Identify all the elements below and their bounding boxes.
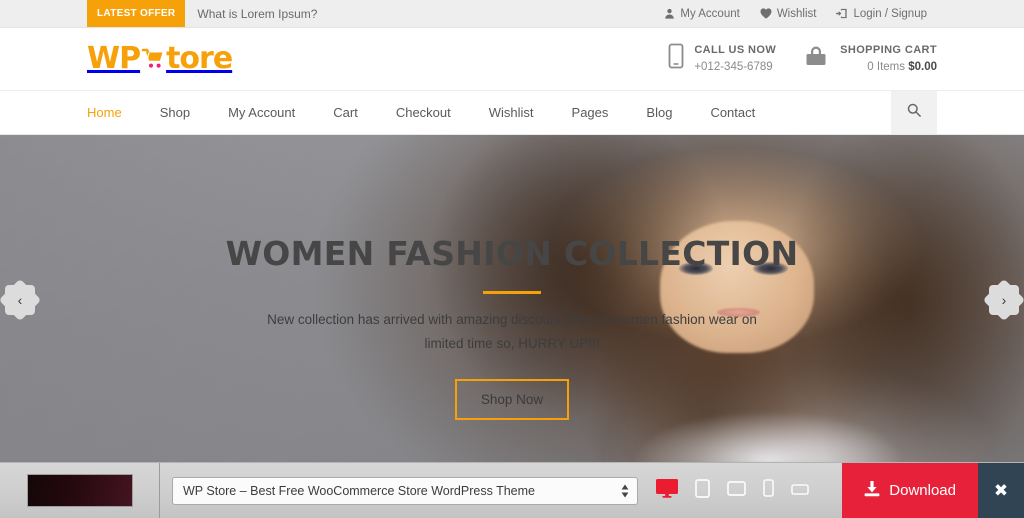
theme-select-value: WP Store – Best Free WooCommerce Store W…: [183, 483, 535, 498]
cart-amount: $0.00: [908, 60, 937, 73]
mobile-phone-icon: [668, 43, 684, 74]
close-preview-button[interactable]: ✖: [978, 463, 1024, 518]
shopping-bag-icon: [802, 43, 830, 74]
hero-content: WOMEN FASHION COLLECTION New collection …: [0, 135, 1024, 465]
offer-text-link[interactable]: What is Lorem Ipsum?: [185, 0, 317, 27]
nav-item-pages[interactable]: Pages: [553, 91, 628, 134]
top-bar-links: My Account Wishlist Login / Signup: [664, 0, 937, 27]
theme-thumbnail-wrap: [0, 463, 160, 518]
stepper-arrows-icon: [621, 484, 629, 497]
nav-item-wishlist[interactable]: Wishlist: [470, 91, 553, 134]
page-root: LATEST OFFER What is Lorem Ipsum? My Acc…: [0, 0, 1024, 518]
top-link-wishlist[interactable]: Wishlist: [760, 7, 817, 20]
slider-next-arrow[interactable]: ›: [982, 278, 1024, 322]
hero-divider: [483, 291, 541, 294]
shopping-cart-logo-icon: [140, 46, 166, 72]
cart-summary: 0 Items $0.00: [840, 59, 937, 76]
chevron-right-icon: ›: [1001, 292, 1007, 308]
header-info-group: CALL US NOW +012-345-6789 SHOPPING CART …: [668, 43, 937, 76]
logo-text-store: tore: [166, 41, 233, 76]
nav-item-home[interactable]: Home: [87, 91, 141, 134]
nav-items: Home Shop My Account Cart Checkout Wishl…: [87, 91, 774, 134]
call-us-phone: +012-345-6789: [694, 60, 773, 73]
hero-title: WOMEN FASHION COLLECTION: [225, 234, 799, 273]
site-logo[interactable]: WP tore: [87, 41, 233, 76]
nav-item-my-account[interactable]: My Account: [209, 91, 314, 134]
nav-item-shop[interactable]: Shop: [141, 91, 209, 134]
search-button[interactable]: [891, 91, 937, 134]
device-mobile-landscape-icon[interactable]: [791, 482, 809, 500]
download-button[interactable]: Download: [842, 463, 978, 518]
device-desktop-icon[interactable]: [656, 478, 678, 503]
nav-item-contact[interactable]: Contact: [691, 91, 774, 134]
close-icon: ✖: [993, 480, 1009, 500]
theme-thumbnail[interactable]: [26, 474, 133, 507]
top-link-login-signup[interactable]: Login / Signup: [836, 8, 927, 20]
device-preview-switcher: [656, 478, 809, 503]
top-link-label: Login / Signup: [853, 7, 927, 20]
shopping-cart-block[interactable]: SHOPPING CART 0 Items $0.00: [802, 43, 937, 76]
theme-select[interactable]: WP Store – Best Free WooCommerce Store W…: [172, 476, 638, 505]
call-us-title: CALL US NOW: [694, 43, 777, 56]
theme-preview-bar: WP Store – Best Free WooCommerce Store W…: [0, 462, 1024, 518]
chevron-left-icon: ‹: [17, 292, 23, 308]
nav-item-cart[interactable]: Cart: [314, 91, 377, 134]
hero-subtitle: New collection has arrived with amazing …: [267, 312, 757, 351]
preview-bar-middle: WP Store – Best Free WooCommerce Store W…: [160, 463, 842, 518]
top-link-my-account[interactable]: My Account: [664, 7, 740, 20]
download-icon: [864, 480, 880, 501]
top-link-label: My Account: [680, 7, 740, 20]
top-bar-left: LATEST OFFER What is Lorem Ipsum?: [87, 0, 317, 27]
device-tablet-portrait-icon[interactable]: [695, 478, 710, 503]
logo-text-wp: WP: [87, 41, 141, 76]
main-navigation: Home Shop My Account Cart Checkout Wishl…: [0, 90, 1024, 135]
site-header: WP tore CALL US NOW +012-345-6789 SHOPPI…: [0, 28, 1024, 90]
logo-wordmark: WP tore: [87, 41, 233, 76]
device-tablet-landscape-icon[interactable]: [727, 480, 746, 501]
shop-now-button[interactable]: Shop Now: [454, 379, 570, 421]
hero-slider: WOMEN FASHION COLLECTION New collection …: [0, 135, 1024, 465]
top-bar: LATEST OFFER What is Lorem Ipsum? My Acc…: [0, 0, 1024, 28]
device-mobile-portrait-icon[interactable]: [763, 479, 774, 502]
heart-icon: [760, 8, 772, 19]
slider-prev-arrow[interactable]: ‹: [0, 278, 42, 322]
preview-bar-actions: Download ✖: [842, 463, 1024, 518]
nav-item-checkout[interactable]: Checkout: [377, 91, 470, 134]
download-label: Download: [889, 482, 956, 499]
user-icon: [664, 8, 675, 19]
call-us-block[interactable]: CALL US NOW +012-345-6789: [668, 43, 776, 76]
cart-title: SHOPPING CART: [840, 43, 937, 56]
cart-item-count: 0 Items: [867, 60, 906, 73]
latest-offer-badge: LATEST OFFER: [87, 0, 186, 27]
login-icon: [836, 8, 848, 19]
search-icon: [907, 103, 921, 122]
top-link-label: Wishlist: [776, 7, 817, 20]
nav-item-blog[interactable]: Blog: [627, 91, 691, 134]
